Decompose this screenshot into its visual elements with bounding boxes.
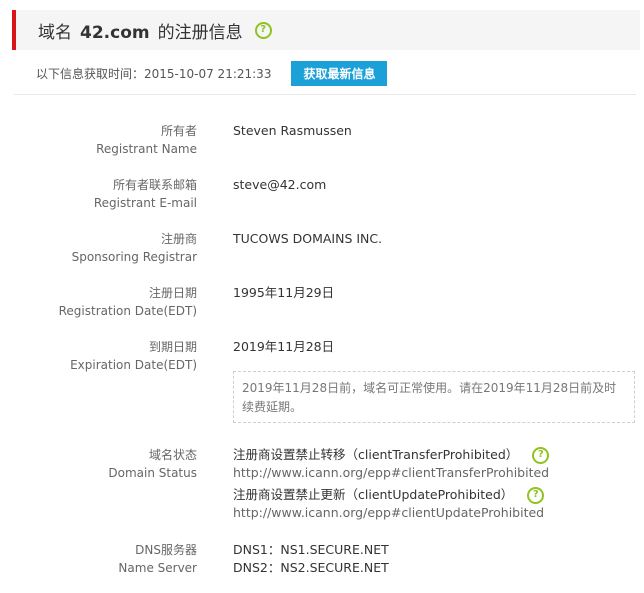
name-server-list: DNS1：NS1.SECURE.NET DNS2：NS2.SECURE.NET [233, 541, 389, 577]
name-server-item: DNS1：NS1.SECURE.NET [233, 542, 389, 557]
help-icon[interactable]: ? [527, 486, 545, 504]
fetch-row: 以下信息获取时间：2015-10-07 21:21:33 获取最新信息 [36, 61, 388, 86]
label-en: Sponsoring Registrar [71, 250, 197, 264]
registrant-email-label: 所有者联系邮箱 Registrant E-mail [94, 176, 197, 212]
registrant-email-value: steve@42.com [233, 177, 327, 192]
status-url: http://www.icann.org/epp#clientTransferP… [233, 465, 550, 480]
status-text: 注册商设置禁止更新（clientUpdateProhibited） [233, 487, 514, 502]
registration-date-value: 1995年11月29日 [233, 285, 335, 300]
page-title: 域名 42.com 的注册信息 [38, 18, 243, 43]
help-icon[interactable]: ? [254, 21, 272, 39]
name-server-label: DNS服务器 Name Server [118, 541, 197, 577]
registrant-name-value: Steven Rasmussen [233, 123, 352, 138]
fetch-time-text: 以下信息获取时间：2015-10-07 21:21:33 [36, 67, 272, 81]
name-server-item: DNS2：NS2.SECURE.NET [233, 560, 389, 575]
label-cn: 到期日期 [148, 340, 197, 354]
registrar-label: 注册商 Sponsoring Registrar [72, 230, 197, 266]
label-cn: 所有者联系邮箱 [112, 178, 197, 192]
registrar-value: TUCOWS DOMAINS INC. [233, 231, 383, 246]
label-en: Registrant Name [96, 142, 197, 156]
label-en: Domain Status [108, 466, 197, 480]
label-cn: 注册日期 [148, 286, 197, 300]
refresh-info-button[interactable]: 获取最新信息 [291, 61, 388, 86]
title-prefix: 域名 [38, 22, 72, 43]
label-en: Name Server [118, 561, 197, 575]
status-url: http://www.icann.org/epp#clientUpdatePro… [233, 505, 545, 520]
label-cn: 注册商 [160, 232, 197, 246]
expiration-date-label: 到期日期 Expiration Date(EDT) [70, 338, 197, 374]
label-en: Registrant E-mail [93, 196, 197, 210]
divider [14, 94, 636, 95]
title-domain: 42.com [80, 22, 150, 43]
domain-status-list: 注册商设置禁止转移（clientTransferProhibited） ? ht… [233, 446, 550, 522]
label-cn: 域名状态 [148, 448, 197, 462]
expiry-note: 2019年11月28日前，域名可正常使用。请在2019年11月28日前及时续费延… [233, 371, 635, 423]
status-text: 注册商设置禁止转移（clientTransferProhibited） [233, 447, 519, 462]
domain-status-label: 域名状态 Domain Status [108, 446, 197, 482]
expiration-date-value: 2019年11月28日 [233, 339, 335, 354]
whois-page: 域名 42.com 的注册信息 ? 以下信息获取时间：2015-10-07 21:2… [0, 0, 644, 593]
label-en: Expiration Date(EDT) [70, 358, 197, 372]
help-icon[interactable]: ? [532, 446, 550, 464]
label-cn: DNS服务器 [135, 543, 197, 557]
title-bar: 域名 42.com 的注册信息 ? [12, 10, 640, 50]
status-item: 注册商设置禁止更新（clientUpdateProhibited） ? [233, 486, 549, 504]
label-en: Registration Date(EDT) [58, 304, 197, 318]
label-cn: 所有者 [160, 124, 197, 138]
status-item: 注册商设置禁止转移（clientTransferProhibited） ? [233, 446, 550, 464]
registrant-name-label: 所有者 Registrant Name [96, 122, 197, 158]
registration-date-label: 注册日期 Registration Date(EDT) [59, 284, 197, 320]
title-suffix: 的注册信息 [157, 22, 243, 43]
